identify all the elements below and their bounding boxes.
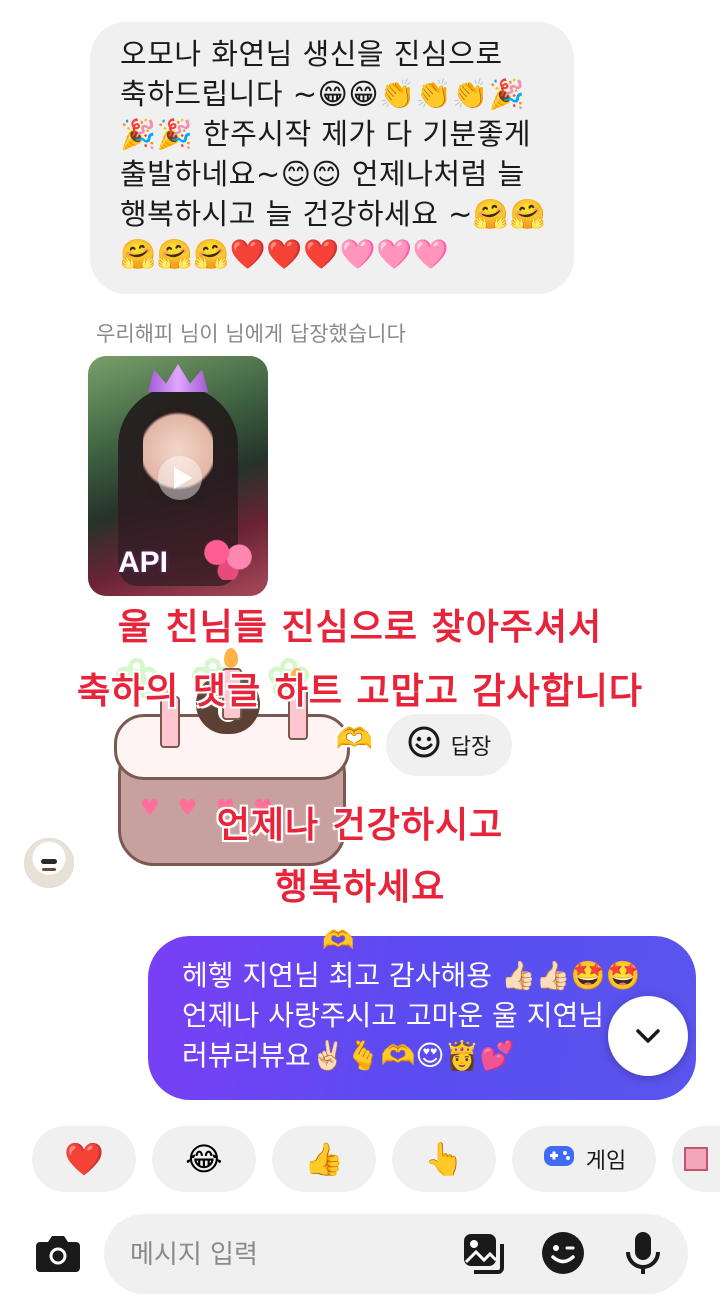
overlay-caption: 울 친님들 진심으로 찾아주셔서 (117, 607, 603, 648)
video-thumbnail[interactable]: API (88, 356, 268, 596)
reply-button-label: 답장 (450, 735, 492, 760)
point-up-icon: 👆 (424, 1140, 464, 1178)
message-line: 🤗🤗🤗❤️❤️❤️🩷🩷🩷 (120, 237, 450, 271)
reply-button[interactable]: 답장 (386, 714, 512, 776)
voice-button[interactable] (620, 1230, 668, 1278)
heart-icon: ❤️ (64, 1140, 104, 1178)
flower-bouquet-icon (200, 534, 256, 580)
microphone-icon (620, 1232, 666, 1280)
message-line: 출발하네요~😊😊 언제나처럼 늘 (120, 157, 525, 191)
quick-reaction-heart[interactable]: ❤️ (32, 1126, 136, 1192)
game-controller-icon (542, 1140, 576, 1178)
scroll-to-bottom-button[interactable] (608, 996, 688, 1076)
reply-note: 우리해피 님이 님에게 답장했습니다 (96, 322, 406, 346)
camera-icon (34, 1236, 82, 1278)
gallery-button[interactable] (460, 1230, 508, 1278)
smile-icon (407, 725, 441, 765)
camera-button[interactable] (34, 1230, 84, 1280)
heart-hands-icon: 🫶 (335, 722, 375, 757)
message-line: 축하드립니다 ~😁😁👏👏👏🎉 (120, 77, 526, 111)
overlay-caption: 축하의 댓글 하트 고맙고 감사합니다 (77, 671, 643, 712)
gift-icon (684, 1147, 708, 1171)
quick-reaction-laugh[interactable]: 😂 (152, 1126, 256, 1192)
play-icon[interactable] (158, 456, 202, 500)
message-composer (104, 1214, 688, 1294)
quick-reaction-thumbs-up[interactable]: 👍 (272, 1126, 376, 1192)
message-line: 헤헿 지연님 최고 감사해용 👍🏻👍🏻🤩🤩 (182, 959, 641, 992)
message-line: 오모나 화연님 생신을 진심으로 (120, 37, 503, 71)
message-line: 🎉🎉 한주시작 제가 다 기분좋게 (120, 117, 532, 151)
thumbnail-caption: API (118, 546, 169, 579)
message-line: 행복하시고 늘 건강하세요 ~🤗🤗 (120, 197, 547, 231)
sticker-button[interactable] (540, 1230, 588, 1278)
quick-reaction-game[interactable]: 게임 (512, 1126, 656, 1192)
message-line: 러뷰러뷰요✌🏻🫰🫶😍👸💕 (182, 1039, 515, 1072)
laughing-icon: 😂 (185, 1140, 223, 1178)
heart-hands-icon: 🫶 (322, 926, 355, 956)
game-label: 게임 (585, 1149, 627, 1174)
gallery-icon (460, 1234, 506, 1280)
crown-icon (148, 364, 208, 392)
quick-reaction-more[interactable] (672, 1126, 720, 1192)
overlay-caption: 언제나 건강하시고 (216, 805, 504, 846)
message-line: 언제나 사랑주시고 고마운 울 지연님 (182, 999, 605, 1032)
thumbs-up-icon: 👍 (304, 1140, 344, 1178)
sticker-face-icon (540, 1232, 586, 1280)
quick-reaction-point-up[interactable]: 👆 (392, 1126, 496, 1192)
incoming-message-bubble[interactable]: 오모나 화연님 생신을 진심으로 축하드립니다 ~😁😁👏👏👏🎉 🎉🎉 한주시작 … (90, 22, 574, 294)
message-input[interactable] (128, 1232, 432, 1278)
overlay-caption: 행복하세요 (274, 867, 446, 908)
